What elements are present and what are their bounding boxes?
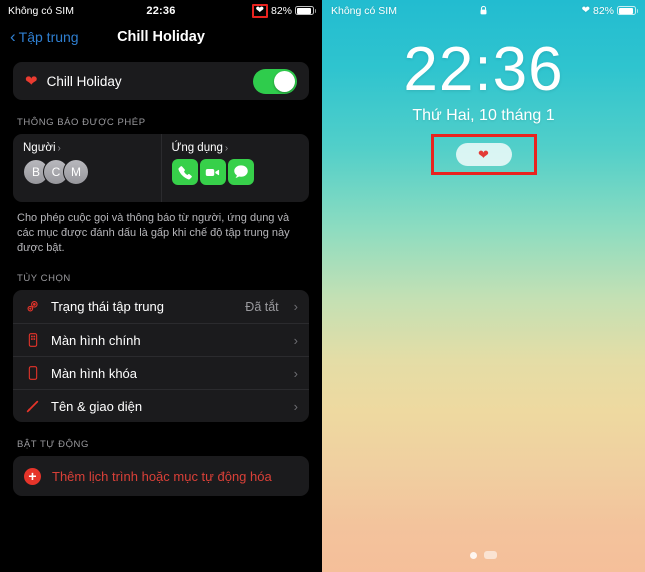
screenshot-root: Không có SIM 22:36 ❤ 82% ‹ Tập trung Chi… bbox=[0, 0, 645, 572]
page-dot-inactive[interactable] bbox=[484, 551, 497, 559]
automation-header: BẬT TỰ ĐỘNG bbox=[17, 439, 89, 450]
messages-app-icon bbox=[227, 159, 254, 185]
focus-badge-highlight: ❤ bbox=[430, 134, 537, 175]
option-label: Tên & giao diện bbox=[51, 398, 143, 414]
allowed-apps-icons bbox=[171, 159, 300, 185]
status-bar-right: ❤ 82% bbox=[251, 3, 316, 18]
option-row-name-appearance[interactable]: Tên & giao diện › bbox=[13, 389, 309, 422]
heart-icon: ❤ bbox=[25, 73, 38, 90]
chevron-right-icon: › bbox=[293, 365, 298, 381]
chevron-right-icon: › bbox=[57, 142, 61, 154]
option-label: Trạng thái tập trung bbox=[51, 299, 164, 314]
heart-icon: ❤ bbox=[255, 4, 264, 16]
allowed-notifications-description: Cho phép cuộc gọi và thông báo từ người,… bbox=[17, 212, 290, 254]
allowed-people-label-row: Người › bbox=[23, 142, 151, 154]
lock-screen-clock: 22:36 bbox=[403, 35, 564, 104]
chevron-right-icon: › bbox=[224, 142, 229, 154]
option-row-home-screen[interactable]: Màn hình chính › bbox=[13, 323, 309, 356]
lock-screen: Không có SIM ❤ 82% 22:36 Thứ Hai, 10 thá… bbox=[322, 0, 645, 572]
focus-mode-name: Chill Holiday bbox=[46, 73, 122, 89]
focus-mode-toggle-row[interactable]: ❤ Chill Holiday bbox=[13, 62, 309, 100]
options-header: TÙY CHỌN bbox=[17, 273, 71, 284]
settings-content: ❤ Chill Holiday THÔNG BÁO ĐƯỢC PHÉP Ngườ… bbox=[0, 62, 322, 496]
focus-status-icon bbox=[24, 299, 41, 315]
options-list: Trạng thái tập trung Đã tắt › Màn hình c… bbox=[13, 290, 309, 422]
lock-closed-icon bbox=[322, 4, 645, 17]
focus-settings-screen: Không có SIM 22:36 ❤ 82% ‹ Tập trung Chi… bbox=[0, 0, 322, 572]
focus-status-badge[interactable]: ❤ bbox=[455, 143, 512, 166]
allowed-people-cell[interactable]: Người › B C M bbox=[13, 134, 161, 202]
option-label: Màn hình chính bbox=[51, 332, 141, 348]
allowed-apps-label-row: Ứng dụng › bbox=[172, 142, 300, 154]
allowed-notifications-card: Người › B C M Ứng dụng › bbox=[13, 134, 309, 202]
page-dot-active[interactable] bbox=[470, 551, 477, 559]
allowed-people-avatars: B C M bbox=[23, 159, 151, 185]
pencil-icon bbox=[24, 398, 41, 414]
allowed-notifications-header: THÔNG BÁO ĐƯỢC PHÉP bbox=[17, 117, 146, 128]
phone-app-icon bbox=[171, 159, 198, 185]
allowed-apps-cell[interactable]: Ứng dụng › bbox=[160, 134, 310, 202]
allowed-apps-label: Ứng dụng bbox=[171, 142, 223, 154]
focus-heart-highlight: ❤ bbox=[251, 3, 268, 18]
home-screen-icon bbox=[24, 332, 41, 348]
lock-screen-icon bbox=[24, 365, 41, 381]
plus-circle-icon: + bbox=[24, 467, 41, 485]
lock-screen-date: Thứ Hai, 10 tháng 1 bbox=[412, 107, 555, 124]
add-automation-row[interactable]: + Thêm lịch trình hoặc mục tự động hóa bbox=[13, 456, 309, 496]
chevron-right-icon: › bbox=[293, 299, 298, 314]
focus-mode-switch[interactable] bbox=[253, 68, 297, 94]
facetime-app-icon bbox=[199, 159, 226, 185]
battery-icon bbox=[295, 5, 316, 16]
avatar: M bbox=[63, 159, 89, 185]
status-bar: Không có SIM 22:36 ❤ 82% bbox=[0, 0, 322, 21]
page-indicator bbox=[322, 551, 645, 559]
option-row-focus-status[interactable]: Trạng thái tập trung Đã tắt › bbox=[13, 290, 309, 323]
lock-status-bar: Không có SIM ❤ 82% bbox=[322, 0, 645, 21]
option-label: Màn hình khóa bbox=[51, 365, 138, 381]
page-title: Chill Holiday bbox=[117, 29, 205, 45]
navigation-bar: ‹ Tập trung Chill Holiday bbox=[0, 21, 322, 53]
battery-percent-label: 82% bbox=[270, 4, 292, 17]
option-row-lock-screen[interactable]: Màn hình khóa › bbox=[13, 356, 309, 389]
allowed-people-label: Người bbox=[23, 142, 56, 154]
chevron-right-icon: › bbox=[293, 398, 298, 414]
chevron-right-icon: › bbox=[293, 332, 298, 348]
option-value: Đã tắt bbox=[245, 299, 279, 314]
focus-badge-area: ❤ bbox=[322, 134, 645, 175]
heart-icon: ❤ bbox=[478, 147, 489, 162]
add-automation-label: Thêm lịch trình hoặc mục tự động hóa bbox=[52, 468, 272, 484]
battery-icon bbox=[617, 5, 638, 16]
